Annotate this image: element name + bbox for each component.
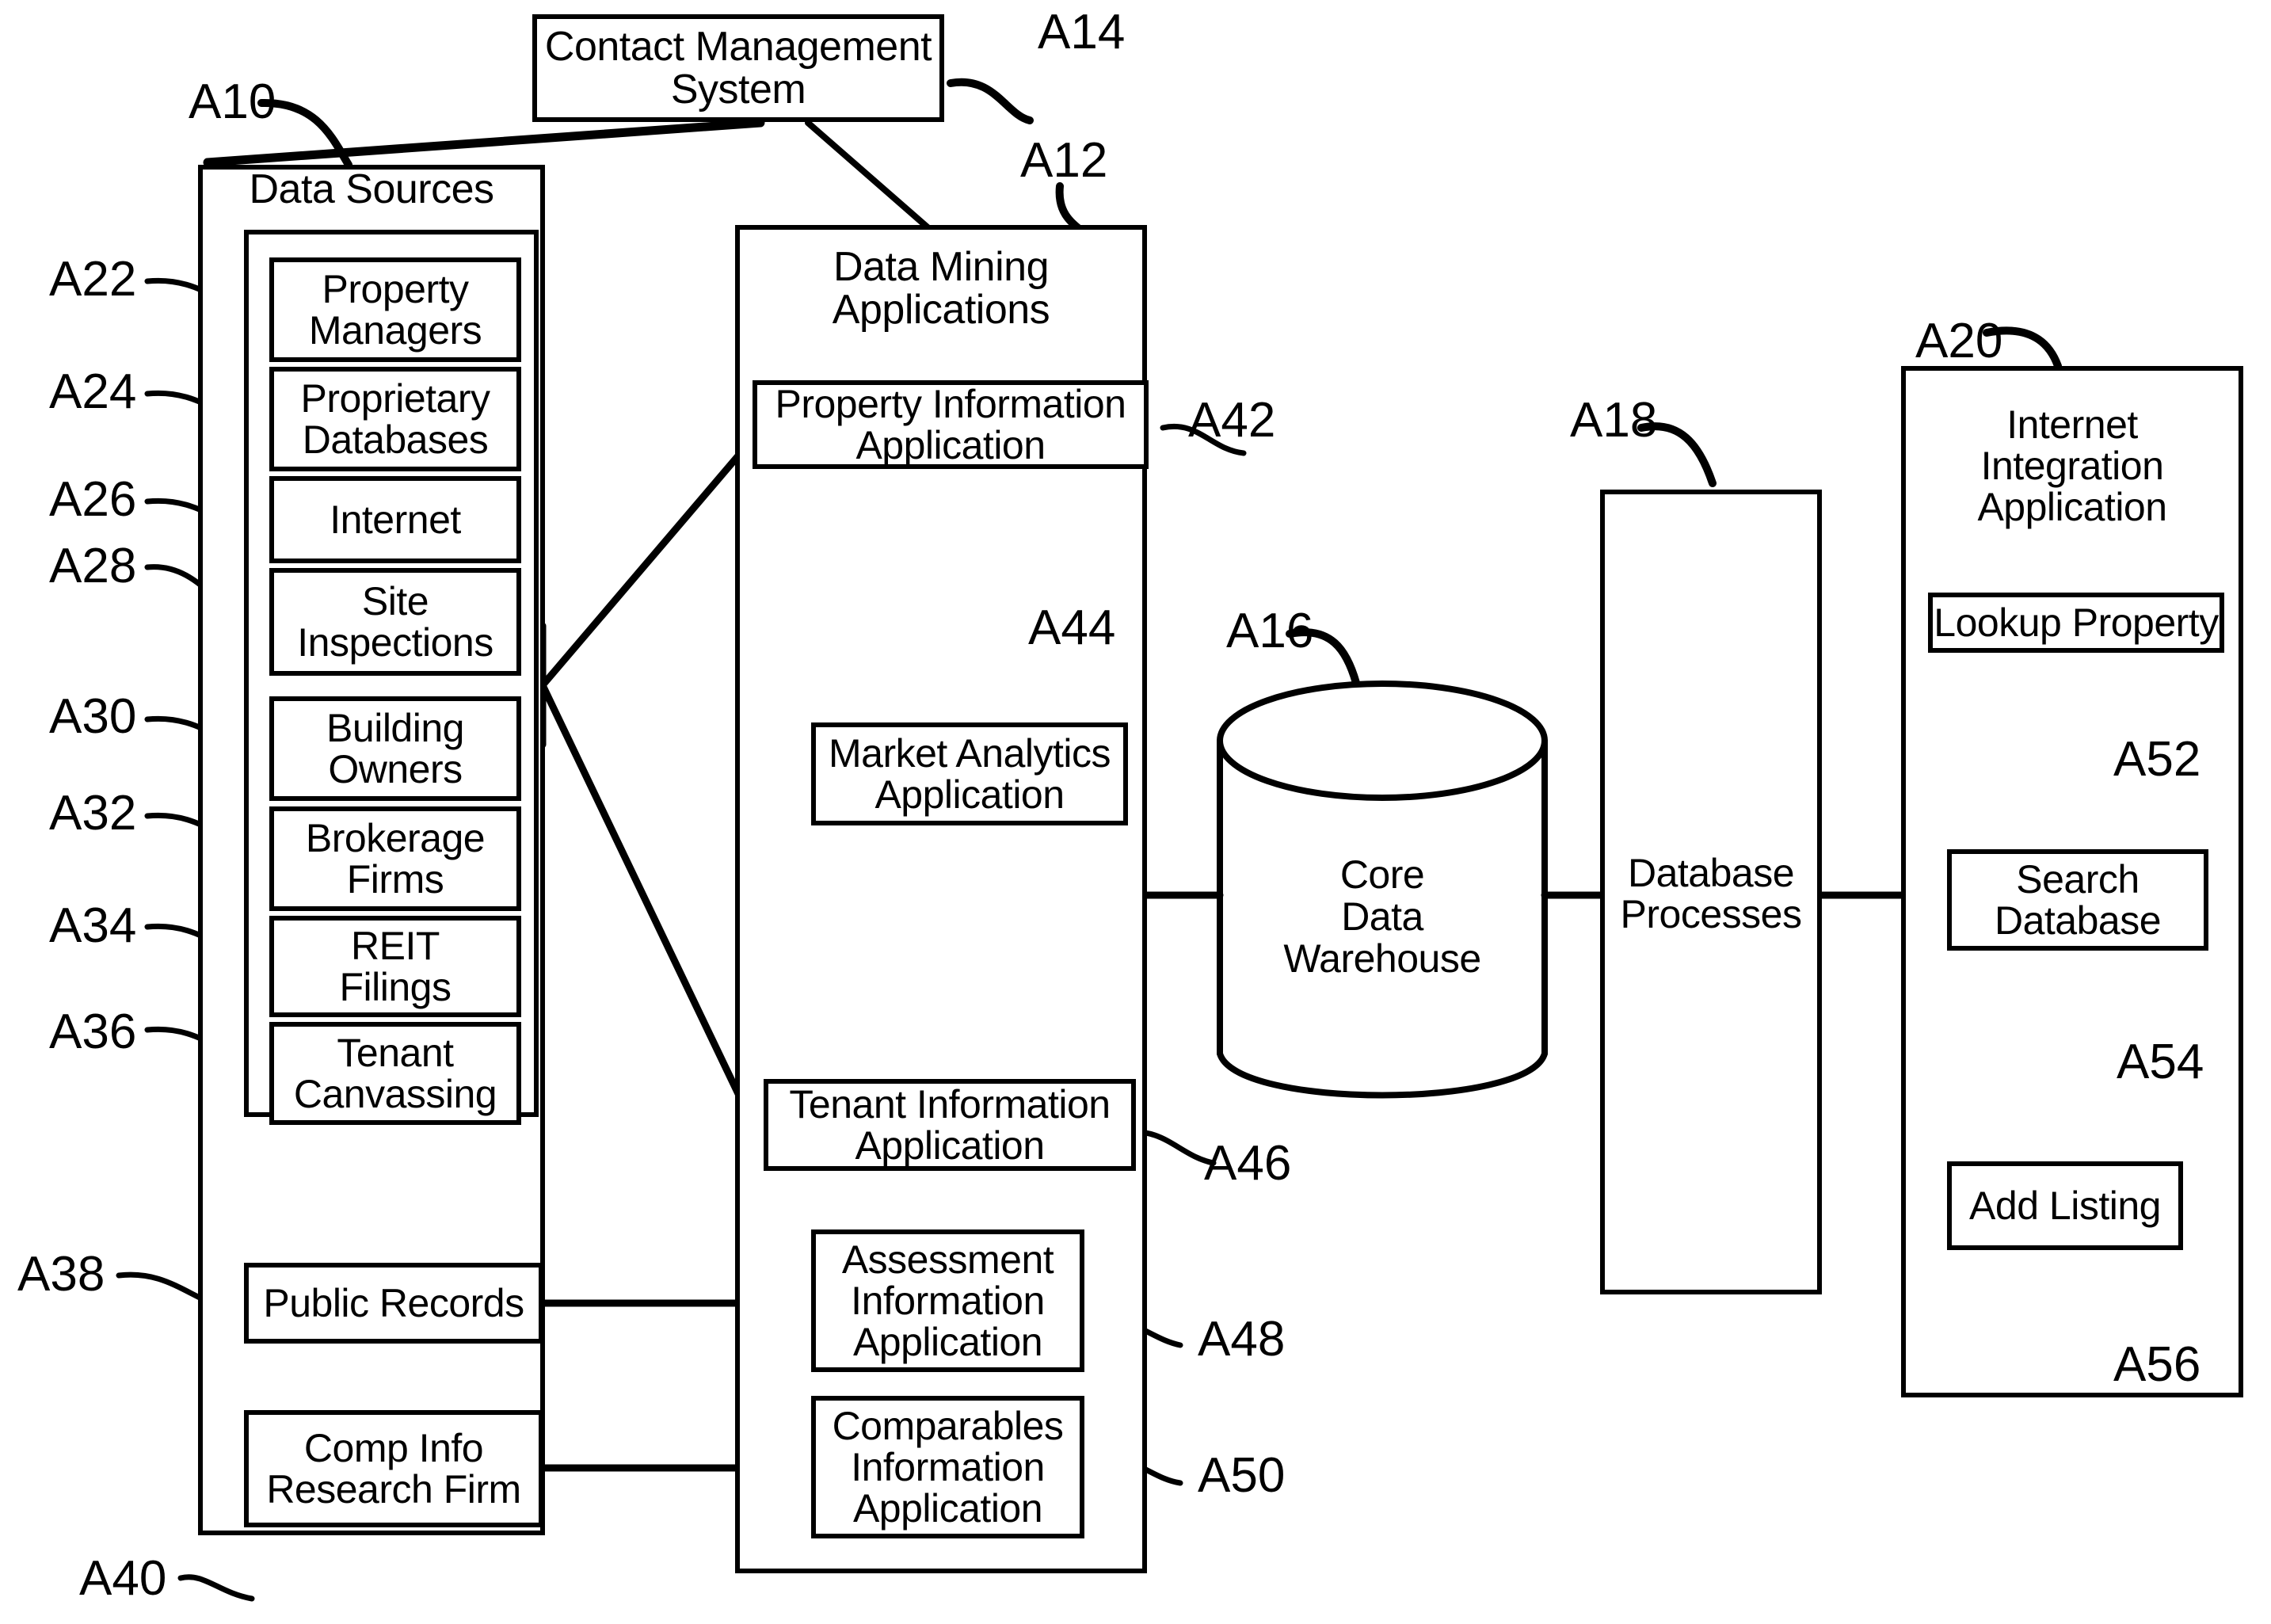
- data-mining-label: Property Information Application: [775, 382, 1126, 467]
- ref-a24: A24: [49, 364, 137, 419]
- ref-a36: A36: [49, 1005, 137, 1059]
- data-source-public-records[interactable]: Public Records: [244, 1263, 543, 1344]
- internet-integration-label: Lookup Property: [1934, 600, 2219, 645]
- data-source-label: REIT Filings: [339, 924, 452, 1009]
- data-mining-applications-title: Data Mining Applications: [832, 244, 1050, 334]
- ref-a40: A40: [79, 1551, 167, 1606]
- data-source-brokerage-firms[interactable]: Brokerage Firms: [269, 806, 521, 911]
- ref-a34: A34: [49, 898, 137, 953]
- ref-a42: A42: [1188, 393, 1276, 448]
- data-source-label: Site Inspections: [297, 579, 493, 665]
- internet-integration-add-listing[interactable]: Add Listing: [1947, 1161, 2183, 1250]
- ref-a16: A16: [1226, 604, 1314, 658]
- ref-a56: A56: [2113, 1337, 2201, 1392]
- data-mining-label: Tenant Information Application: [789, 1082, 1111, 1168]
- ref-a12: A12: [1020, 133, 1108, 188]
- data-mining-property-information-application[interactable]: Property Information Application: [753, 380, 1149, 469]
- data-source-label: Public Records: [263, 1281, 524, 1325]
- internet-integration-application-title: Internet Integration Application: [1977, 402, 2167, 529]
- data-mining-assessment-information-application[interactable]: Assessment Information Application: [811, 1229, 1084, 1372]
- data-source-site-inspections[interactable]: Site Inspections: [269, 568, 521, 676]
- database-processes-label: Database Processes: [1620, 851, 1802, 936]
- core-data-warehouse-label: Core Data Warehouse: [1283, 852, 1481, 981]
- data-source-label: Building Owners: [326, 706, 464, 791]
- ref-a44: A44: [1028, 600, 1116, 655]
- data-source-comp-info-research-firm[interactable]: Comp Info Research Firm: [244, 1410, 543, 1527]
- internet-integration-search-database[interactable]: Search Database: [1947, 849, 2208, 951]
- ref-a26: A26: [49, 472, 137, 527]
- patent-figure: Contact Management System A14 Data Sourc…: [0, 0, 2271, 1624]
- data-mining-label: Assessment Information Application: [841, 1237, 1054, 1364]
- ref-a28: A28: [49, 539, 137, 593]
- data-source-internet[interactable]: Internet: [269, 476, 521, 563]
- data-source-tenant-canvassing[interactable]: Tenant Canvassing: [269, 1022, 521, 1125]
- ref-a38: A38: [17, 1247, 105, 1302]
- data-mining-comparables-information-application[interactable]: Comparables Information Application: [811, 1396, 1084, 1538]
- data-mining-label: Market Analytics Application: [828, 731, 1111, 817]
- internet-integration-lookup-property[interactable]: Lookup Property: [1928, 593, 2224, 653]
- data-sources-title: Data Sources: [249, 166, 494, 212]
- internet-integration-label: Search Database: [1994, 857, 2162, 943]
- data-source-label: Comp Info Research Firm: [266, 1426, 521, 1512]
- contact-management-system-label: Contact Management System: [544, 23, 932, 112]
- ref-a54: A54: [2117, 1035, 2204, 1089]
- ref-a30: A30: [49, 689, 137, 744]
- data-mining-market-analytics-application[interactable]: Market Analytics Application: [811, 722, 1128, 825]
- ref-a10: A10: [189, 74, 276, 129]
- ref-a20: A20: [1915, 314, 2003, 368]
- ref-a32: A32: [49, 786, 137, 841]
- data-source-label: Brokerage Firms: [305, 816, 486, 902]
- data-source-label: Property Managers: [308, 267, 482, 353]
- data-source-reit-filings[interactable]: REIT Filings: [269, 916, 521, 1017]
- data-mining-tenant-information-application[interactable]: Tenant Information Application: [764, 1079, 1136, 1171]
- data-source-label: Tenant Canvassing: [293, 1031, 497, 1116]
- ref-a52: A52: [2113, 732, 2201, 787]
- ref-a48: A48: [1198, 1312, 1286, 1367]
- ref-a22: A22: [49, 252, 137, 307]
- data-source-label: Proprietary Databases: [300, 376, 490, 462]
- data-source-label: Internet: [330, 497, 461, 542]
- ref-a50: A50: [1198, 1448, 1286, 1503]
- ref-a18: A18: [1570, 393, 1658, 448]
- data-mining-label: Comparables Information Application: [832, 1404, 1064, 1531]
- ref-a14: A14: [1038, 5, 1126, 59]
- data-source-property-managers[interactable]: Property Managers: [269, 257, 521, 362]
- data-source-building-owners[interactable]: Building Owners: [269, 696, 521, 801]
- ref-a46: A46: [1204, 1136, 1292, 1191]
- contact-management-system-box[interactable]: Contact Management System: [532, 14, 944, 122]
- data-source-proprietary-databases[interactable]: Proprietary Databases: [269, 367, 521, 471]
- internet-integration-label: Add Listing: [1969, 1184, 2161, 1228]
